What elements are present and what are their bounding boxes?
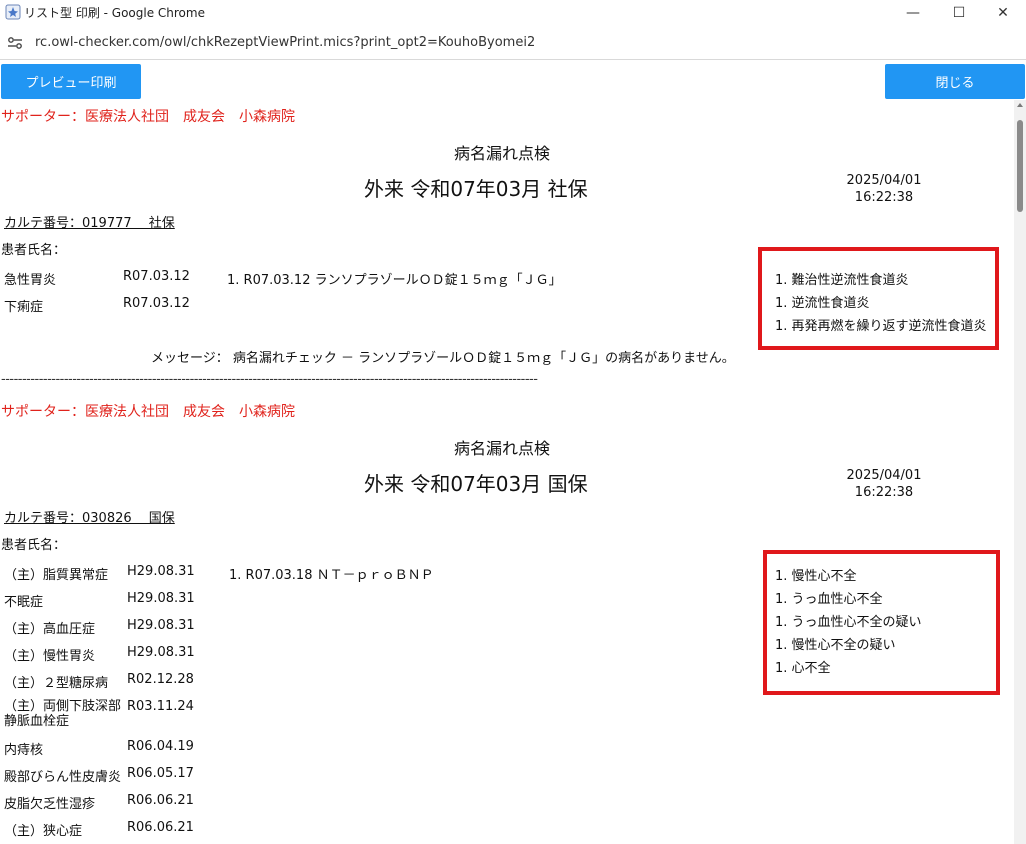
minimize-button[interactable]: — [890, 0, 936, 26]
diagnosis-date: R06.05.17 [127, 766, 194, 781]
candidate-disease: 1. 心不全 [775, 661, 831, 676]
patient-name-label: 患者氏名： [1, 538, 67, 553]
diagnosis-date: R07.03.12 [123, 269, 190, 284]
maximize-icon: ☐ [952, 5, 966, 21]
close-window-button[interactable]: ✕ [980, 0, 1026, 26]
diagnosis-date: H29.08.31 [127, 564, 195, 579]
report-title: 病名漏れ点検 [454, 144, 551, 163]
diagnosis-name: 殿部びらん性皮膚炎 [4, 770, 122, 785]
diagnosis-date: R07.03.12 [123, 296, 190, 311]
candidate-disease: 1. 逆流性食道炎 [775, 296, 870, 311]
diagnosis-name: （主）狭心症 [4, 824, 83, 839]
candidate-disease: 1. 再発再燃を繰り返す逆流性食道炎 [775, 319, 987, 334]
window-title: リスト型 印刷 - Google Chrome [24, 6, 205, 20]
diagnosis-name: 内痔核 [4, 743, 44, 758]
diagnosis-name: （主）高血圧症 [4, 622, 96, 637]
karte-number: カルテ番号：019777 社保 [4, 216, 175, 231]
scroll-up-icon[interactable] [1017, 103, 1023, 107]
diagnosis-date: H29.08.31 [127, 645, 195, 660]
minimize-icon: — [906, 5, 920, 21]
diagnosis-name: （主）両側下肢深部静脈血栓症 [4, 699, 122, 729]
candidate-disease: 1. 慢性心不全の疑い [775, 638, 896, 653]
check-message: メッセージ： 病名漏れチェック － ランソプラゾールＯＤ錠１５ｍｇ「ＪＧ」の病名… [151, 351, 735, 366]
diagnosis-date: R03.11.24 [127, 699, 194, 714]
close-button[interactable]: 閉じる [885, 64, 1025, 99]
maximize-button[interactable]: ☐ [936, 0, 982, 26]
diagnosis-name: 不眠症 [4, 595, 44, 610]
candidate-disease: 1. うっ血性心不全の疑い [775, 615, 922, 630]
url-text[interactable]: rc.owl-checker.com/owl/chkRezeptViewPrin… [35, 35, 535, 50]
print-date: 2025/04/01 [846, 173, 922, 188]
supporter-label: サポーター：医療法人社団 成友会 小森病院 [1, 404, 295, 420]
diagnosis-name: （主）脂質異常症 [4, 568, 109, 583]
diagnosis-date: R06.06.21 [127, 820, 194, 835]
supporter-label: サポーター：医療法人社団 成友会 小森病院 [1, 109, 295, 125]
print-datetime: 2025/04/01 16:22:38 [838, 172, 930, 206]
scroll-thumb[interactable] [1017, 120, 1023, 212]
window-titlebar: リスト型 印刷 - Google Chrome — ☐ ✕ [0, 0, 1026, 26]
address-bar[interactable]: rc.owl-checker.com/owl/chkRezeptViewPrin… [0, 26, 1026, 60]
diagnosis-name: 下痢症 [4, 300, 44, 315]
candidate-disease: 1. 慢性心不全 [775, 569, 857, 584]
vertical-scrollbar[interactable] [1014, 100, 1026, 844]
diagnosis-date: R06.04.19 [127, 739, 194, 754]
diagnosis-date: R02.12.28 [127, 672, 194, 687]
candidate-disease: 1. うっ血性心不全 [775, 592, 883, 607]
preview-print-button[interactable]: プレビュー印刷 [1, 64, 141, 99]
report-title: 病名漏れ点検 [454, 439, 551, 458]
site-settings-icon[interactable] [7, 36, 23, 50]
print-date: 2025/04/01 [846, 468, 922, 483]
karte-number: カルテ番号：030826 国保 [4, 511, 175, 526]
patient-name-label: 患者氏名： [1, 243, 67, 258]
candidate-disease: 1. 難治性逆流性食道炎 [775, 273, 909, 288]
diagnosis-name: 皮脂欠乏性湿疹 [4, 797, 96, 812]
diagnosis-name: 急性胃炎 [4, 273, 57, 288]
diagnosis-name: （主）２型糖尿病 [4, 676, 109, 691]
print-time: 16:22:38 [854, 485, 914, 500]
medication-line: 1. R07.03.18 ＮＴ－ｐｒｏＢＮＰ [229, 568, 434, 583]
diagnosis-name: （主）慢性胃炎 [4, 649, 96, 664]
close-icon: ✕ [997, 5, 1009, 21]
record-divider: ----------------------------------------… [1, 372, 538, 387]
print-time: 16:22:38 [854, 190, 914, 205]
diagnosis-date: R06.06.21 [127, 793, 194, 808]
report-content: サポーター：医療法人社団 成友会 小森病院 病名漏れ点検 外来 令和07年03月… [0, 100, 1012, 844]
report-subtitle: 外来 令和07年03月 国保 [364, 472, 588, 496]
medication-line: 1. R07.03.12 ランソプラゾールＯＤ錠１５ｍｇ「ＪＧ」 [227, 273, 562, 288]
print-datetime: 2025/04/01 16:22:38 [838, 467, 930, 501]
app-icon [5, 4, 21, 20]
diagnosis-date: H29.08.31 [127, 591, 195, 606]
diagnosis-date: H29.08.31 [127, 618, 195, 633]
report-subtitle: 外来 令和07年03月 社保 [364, 177, 588, 201]
